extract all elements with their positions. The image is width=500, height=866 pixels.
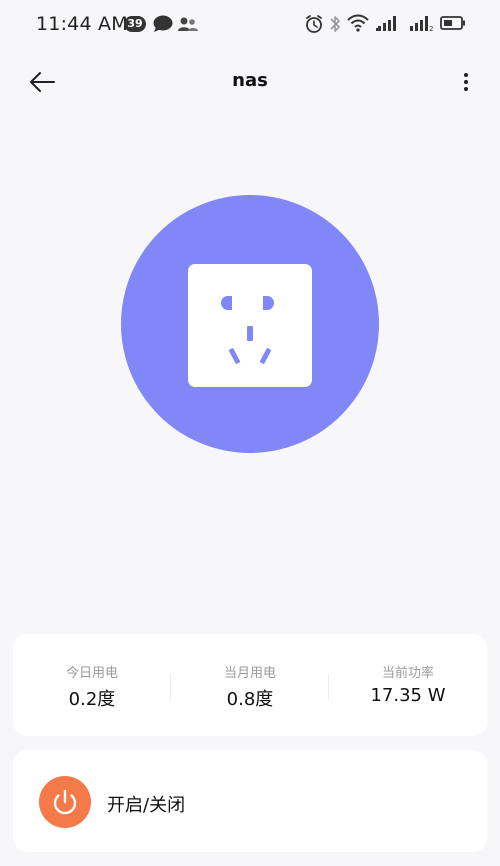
power-button[interactable]: [39, 776, 91, 828]
alarm-icon: [304, 14, 324, 34]
status-bar: 11:44 AM 39 2: [0, 0, 500, 50]
device-illustration: [121, 195, 379, 453]
stat-today-usage: 今日用电 0.2度: [13, 634, 171, 736]
socket-icon: [188, 264, 312, 387]
stat-current-power: 当前功率 17.35 W: [329, 634, 487, 736]
stat-label: 当月用电: [223, 666, 276, 681]
power-icon: [39, 776, 91, 832]
power-toggle-card[interactable]: 开启/关闭: [13, 750, 487, 852]
status-time: 11:44 AM: [36, 13, 128, 35]
header: nas: [0, 58, 500, 106]
stat-value: 17.35 W: [370, 685, 446, 706]
stat-label: 当前功率: [381, 666, 434, 681]
stat-value: 0.2度: [68, 689, 116, 710]
bluetooth-icon: [329, 14, 341, 34]
contacts-icon: [178, 16, 198, 32]
battery-icon: [440, 15, 466, 31]
energy-stats-card: 今日用电 0.2度 当月用电 0.8度 当前功率 17.35 W: [13, 634, 487, 736]
svg-text:2: 2: [429, 25, 433, 32]
signal-icon: [376, 14, 402, 32]
power-toggle-label: 开启/关闭: [107, 795, 186, 816]
message-icon: [152, 15, 174, 33]
signal-2-icon: 2: [408, 14, 434, 32]
wifi-icon: [347, 14, 369, 32]
page-title: nas: [232, 70, 268, 91]
stat-value: 0.8度: [226, 689, 274, 710]
more-vertical-icon: [452, 73, 480, 102]
more-options-button[interactable]: [452, 66, 480, 98]
notification-count-badge: 39: [124, 16, 146, 32]
stat-month-usage: 当月用电 0.8度: [171, 634, 329, 736]
stat-label: 今日用电: [65, 666, 118, 681]
